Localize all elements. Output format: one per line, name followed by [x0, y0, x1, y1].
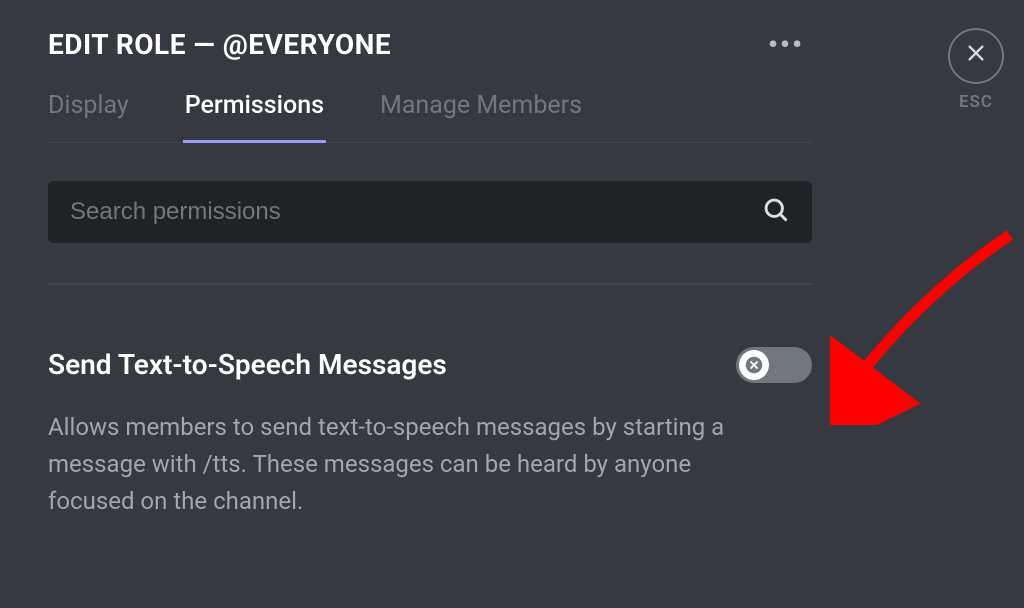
- close-area: ESC: [948, 28, 1004, 112]
- tab-manage-members[interactable]: Manage Members: [380, 91, 582, 142]
- tab-display[interactable]: Display: [48, 91, 129, 142]
- more-icon[interactable]: •••: [768, 28, 804, 61]
- tts-toggle[interactable]: [736, 347, 812, 383]
- search-icon: [762, 196, 790, 228]
- divider: [48, 283, 812, 285]
- search-input[interactable]: [70, 198, 762, 226]
- permission-row: Send Text-to-Speech Messages: [48, 347, 812, 383]
- esc-label: ESC: [948, 92, 1004, 112]
- close-icon: [965, 41, 987, 71]
- close-icon: [745, 356, 763, 374]
- page-title: EDIT ROLE — @EVERYONE: [48, 28, 391, 61]
- close-button[interactable]: [948, 28, 1004, 84]
- tabs: Display Permissions Manage Members: [48, 91, 812, 143]
- tab-permissions[interactable]: Permissions: [185, 91, 324, 142]
- search-bar[interactable]: [48, 181, 812, 243]
- header: EDIT ROLE — @EVERYONE •••: [48, 28, 812, 61]
- toggle-knob: [739, 350, 769, 380]
- permission-title: Send Text-to-Speech Messages: [48, 348, 447, 381]
- permission-description: Allows members to send text-to-speech me…: [48, 409, 778, 521]
